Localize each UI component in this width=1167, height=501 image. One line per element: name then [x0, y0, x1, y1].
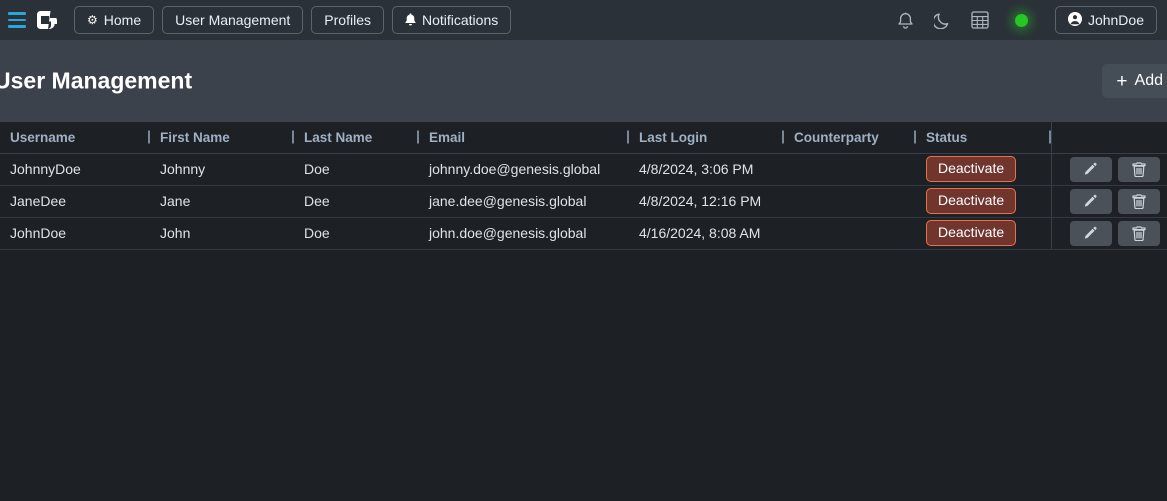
cell-actions [1050, 185, 1167, 218]
nav-item-label: Notifications [421, 12, 499, 28]
cell-username: JaneDee [0, 185, 150, 218]
pencil-icon [1084, 162, 1097, 175]
user-table-container: Username First Name Last Name Email Last… [0, 122, 1167, 250]
cell-last-login: 4/8/2024, 12:16 PM [629, 185, 784, 218]
plus-icon: + [1116, 70, 1128, 92]
cell-username: JohnnyDoe [0, 153, 150, 186]
cell-last-login: 4/8/2024, 3:06 PM [629, 153, 784, 186]
cell-last-name: Doe [294, 153, 419, 186]
cell-email: john.doe@genesis.global [419, 217, 629, 250]
cell-last-login: 4/16/2024, 8:08 AM [629, 217, 784, 250]
column-header-last-login[interactable]: Last Login [629, 122, 784, 154]
cell-status: Deactivate [916, 185, 1051, 218]
top-navigation-bar: ⚙ Home User Management Profiles Notifica… [0, 0, 1167, 40]
page-header-band: User Management + Add [0, 40, 1167, 122]
page-title: User Management [0, 67, 193, 94]
nav-item-user-management[interactable]: User Management [162, 6, 304, 34]
hamburger-menu-icon[interactable] [4, 12, 30, 28]
cell-first-name: John [150, 217, 294, 250]
nav-item-label: Profiles [324, 12, 371, 28]
genesis-logo-icon[interactable] [34, 8, 60, 32]
user-account-label: JohnDoe [1087, 12, 1144, 28]
pencil-icon [1084, 226, 1097, 239]
deactivate-button[interactable]: Deactivate [926, 187, 1017, 215]
cell-email: jane.dee@genesis.global [419, 185, 629, 218]
cell-first-name: Jane [150, 185, 294, 218]
edit-row-button[interactable] [1069, 188, 1112, 214]
gear-icon: ⚙ [87, 13, 98, 27]
hamburger-bar [8, 18, 26, 22]
cell-email: johnny.doe@genesis.global [419, 153, 629, 186]
table-header-row: Username First Name Last Name Email Last… [0, 122, 1167, 154]
nav-item-notifications[interactable]: Notifications [391, 6, 512, 34]
cell-counterparty [784, 185, 916, 218]
cell-status: Deactivate [916, 153, 1051, 186]
add-user-button[interactable]: + Add [1102, 64, 1167, 98]
nav-item-label: User Management [175, 12, 291, 28]
cell-actions [1050, 217, 1167, 250]
trash-icon [1131, 225, 1146, 241]
nav-item-label: Home [103, 12, 142, 28]
user-avatar-icon [1067, 11, 1082, 29]
nav-item-profiles[interactable]: Profiles [311, 6, 384, 34]
dark-mode-moon-icon[interactable] [933, 11, 951, 29]
apps-grid-icon[interactable] [971, 11, 989, 29]
bell-icon [405, 12, 416, 28]
cell-actions [1050, 153, 1167, 186]
trash-icon [1131, 193, 1146, 209]
pencil-icon [1084, 194, 1097, 207]
trash-icon [1131, 161, 1146, 177]
add-user-label: Add [1134, 72, 1163, 89]
column-header-actions [1050, 122, 1167, 154]
delete-row-button[interactable] [1117, 156, 1160, 182]
connection-status-dot [1009, 7, 1035, 33]
table-body: JohnnyDoe Johnny Doe johnny.doe@genesis.… [0, 153, 1167, 250]
column-header-counterparty[interactable]: Counterparty [784, 122, 916, 154]
hamburger-bar [8, 12, 26, 15]
deactivate-button[interactable]: Deactivate [926, 155, 1017, 183]
column-header-first-name[interactable]: First Name [150, 122, 294, 154]
nav-right-group: JohnDoe [897, 6, 1167, 34]
column-header-status[interactable]: Status [916, 122, 1051, 154]
table-row[interactable]: JohnDoe John Doe john.doe@genesis.global… [0, 217, 1167, 250]
nav-item-home[interactable]: ⚙ Home [74, 6, 155, 34]
cell-first-name: Johnny [150, 153, 294, 186]
table-row[interactable]: JaneDee Jane Dee jane.dee@genesis.global… [0, 185, 1167, 218]
notifications-bell-icon[interactable] [897, 11, 914, 30]
nav-button-group: ⚙ Home User Management Profiles Notifica… [74, 6, 512, 34]
cell-counterparty [784, 153, 916, 186]
edit-row-button[interactable] [1069, 220, 1112, 246]
deactivate-button[interactable]: Deactivate [926, 219, 1017, 247]
table-row[interactable]: JohnnyDoe Johnny Doe johnny.doe@genesis.… [0, 153, 1167, 186]
column-header-email[interactable]: Email [419, 122, 629, 154]
delete-row-button[interactable] [1117, 188, 1160, 214]
cell-status: Deactivate [916, 217, 1051, 250]
table-header: Username First Name Last Name Email Last… [0, 122, 1167, 154]
cell-username: JohnDoe [0, 217, 150, 250]
user-table: Username First Name Last Name Email Last… [0, 122, 1167, 250]
user-account-button[interactable]: JohnDoe [1054, 6, 1157, 34]
cell-last-name: Dee [294, 185, 419, 218]
cell-counterparty [784, 217, 916, 250]
delete-row-button[interactable] [1117, 220, 1160, 246]
column-header-username[interactable]: Username [0, 122, 150, 154]
hamburger-bar [8, 25, 26, 28]
cell-last-name: Doe [294, 217, 419, 250]
column-header-last-name[interactable]: Last Name [294, 122, 419, 154]
edit-row-button[interactable] [1069, 156, 1112, 182]
